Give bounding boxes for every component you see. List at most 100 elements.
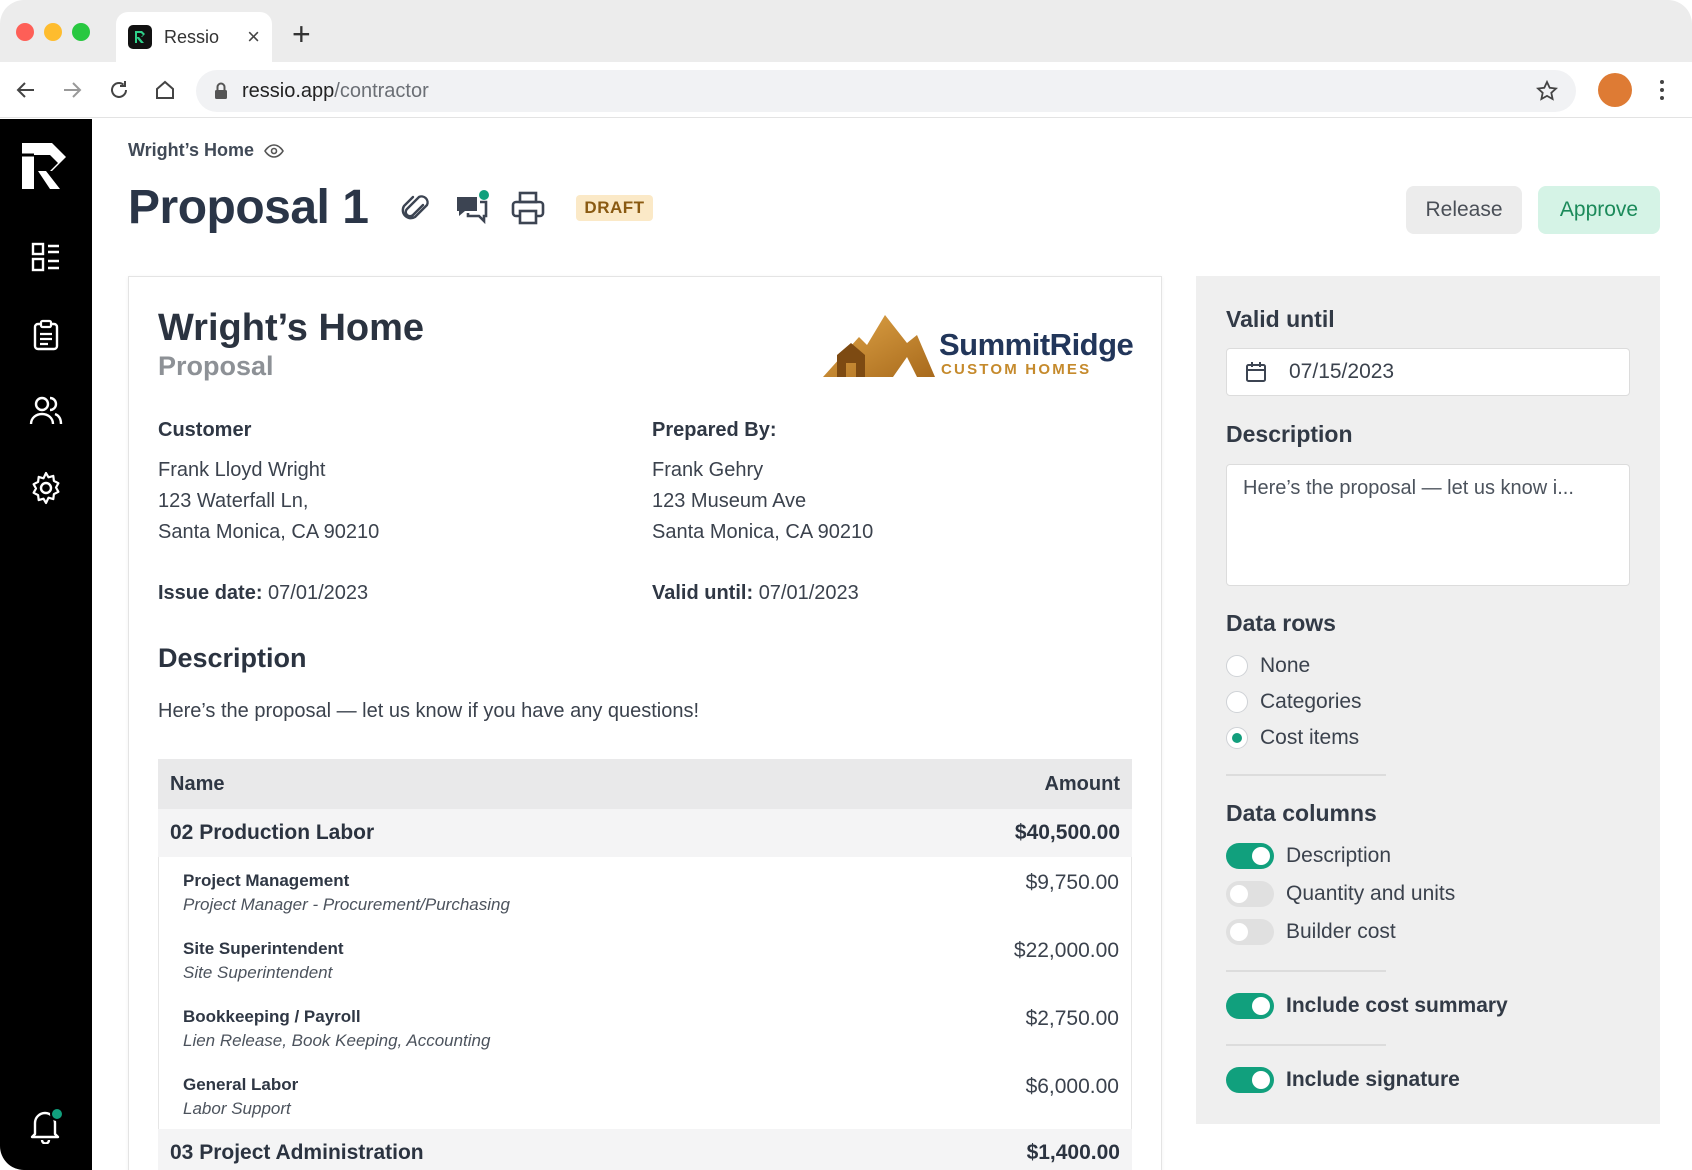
column-toggle-builder-cost[interactable]: Builder cost (1226, 919, 1396, 945)
paperclip-icon[interactable] (398, 190, 434, 226)
toggle-switch[interactable] (1226, 843, 1274, 869)
category-amount: $40,500.00 (1014, 821, 1120, 844)
item-description: Project Manager - Procurement/Purchasing (183, 895, 510, 914)
browser-tabbar: Ressio × + (0, 0, 1692, 62)
browser-tab[interactable]: Ressio × (116, 12, 272, 62)
valid-until-value: 07/01/2023 (758, 582, 859, 604)
divider (1226, 1044, 1386, 1046)
gear-icon[interactable] (26, 468, 66, 508)
col-name-header: Name (170, 772, 225, 795)
radio-button-selected[interactable] (1226, 727, 1248, 749)
col-amount-header: Amount (1044, 772, 1120, 795)
radio-label: None (1260, 654, 1311, 677)
table-header: Name Amount (158, 759, 1132, 809)
data-rows-option-none[interactable]: None (1226, 654, 1310, 678)
item-name: Site Superintendent (183, 939, 344, 958)
ressio-logo-icon[interactable] (20, 141, 70, 191)
release-button[interactable]: Release (1406, 186, 1522, 234)
table-row: General Labor Labor Support $6,000.00 (183, 1061, 1119, 1129)
data-rows-heading: Data rows (1226, 610, 1336, 636)
forward-icon[interactable] (58, 76, 86, 104)
include-signature-toggle[interactable]: Include signature (1226, 1067, 1460, 1093)
category-row: 02 Production Labor $40,500.00 (158, 809, 1132, 857)
tab-title: Ressio (164, 26, 220, 47)
column-toggle-quantity[interactable]: Quantity and units (1226, 881, 1455, 907)
divider (1226, 970, 1386, 972)
toggle-label: Description (1286, 844, 1392, 867)
toggle-switch[interactable] (1226, 881, 1274, 907)
customer-city: Santa Monica, CA 90210 (158, 521, 380, 543)
toggle-switch[interactable] (1226, 993, 1274, 1019)
category-row: 03 Project Administration $1,400.00 (158, 1129, 1132, 1170)
toggle-switch[interactable] (1226, 919, 1274, 945)
home-icon[interactable] (151, 76, 179, 104)
window-controls (16, 23, 90, 41)
issue-date: Issue date: 07/01/2023 (158, 582, 368, 605)
approve-button[interactable]: Approve (1538, 186, 1660, 234)
toggle-switch[interactable] (1226, 1067, 1274, 1093)
cost-table: Name Amount 02 Production Labor $40,500.… (158, 759, 1132, 1170)
status-badge: DRAFT (576, 194, 653, 221)
title-actions (398, 189, 546, 226)
customer-heading: Customer (158, 419, 252, 441)
table-row: Project Management Project Manager - Pro… (183, 857, 1119, 925)
profile-avatar[interactable] (1598, 73, 1632, 107)
reload-icon[interactable] (105, 76, 133, 104)
valid-until-label: Valid until: (652, 582, 754, 604)
dashboard-icon[interactable] (26, 237, 66, 277)
item-amount: $9,750.00 (1025, 871, 1119, 894)
title-row: Proposal 1 DRAFT (128, 180, 653, 235)
description-textarea[interactable]: Here’s the proposal — let us know i... (1226, 464, 1630, 586)
column-toggle-description[interactable]: Description (1226, 843, 1391, 869)
issue-date-label: Issue date: (158, 582, 263, 604)
customer-address: Frank Lloyd Wright 123 Waterfall Ln, San… (158, 455, 379, 548)
bell-icon[interactable] (26, 1105, 66, 1145)
data-rows-option-cost-items[interactable]: Cost items (1226, 726, 1359, 750)
radio-button[interactable] (1226, 691, 1248, 713)
eye-icon[interactable] (264, 143, 284, 158)
logo-name: SummitRidge (939, 327, 1134, 362)
clipboard-icon[interactable] (26, 315, 66, 355)
valid-until-date-field[interactable]: 07/15/2023 (1226, 348, 1630, 396)
app-sidebar (0, 119, 92, 1170)
valid-until: Valid until: 07/01/2023 (652, 582, 859, 605)
data-rows-option-categories[interactable]: Categories (1226, 690, 1362, 714)
radio-label: Categories (1260, 690, 1362, 713)
item-amount: $22,000.00 (1013, 939, 1119, 962)
address-bar[interactable]: ressio.app/contractor (196, 70, 1576, 112)
proposal-document: Wright’s Home Proposal SummitRidge CUSTO… (128, 276, 1162, 1170)
users-icon[interactable] (26, 391, 66, 431)
print-icon[interactable] (510, 190, 546, 226)
item-amount: $6,000.00 (1025, 1075, 1119, 1098)
chat-icon[interactable] (454, 189, 490, 226)
radio-button[interactable] (1226, 655, 1248, 677)
new-tab-icon[interactable]: + (292, 18, 311, 50)
browser-toolbar: ressio.app/contractor (0, 62, 1692, 118)
bookmark-star-icon[interactable] (1536, 80, 1558, 102)
back-icon[interactable] (12, 76, 40, 104)
category-name: 02 Production Labor (170, 821, 375, 844)
data-columns-heading: Data columns (1226, 800, 1377, 826)
ressio-favicon-icon (128, 25, 152, 49)
item-name: Project Management (183, 871, 350, 890)
page-title: Proposal 1 (128, 181, 369, 234)
prepared-by-heading: Prepared By: (652, 419, 777, 441)
tab-close-icon[interactable]: × (247, 26, 260, 48)
breadcrumb-project[interactable]: Wright’s Home (128, 140, 254, 161)
toggle-label: Include signature (1286, 1068, 1460, 1091)
maximize-window-button[interactable] (72, 23, 90, 41)
category-amount: $1,400.00 (1026, 1141, 1120, 1164)
minimize-window-button[interactable] (44, 23, 62, 41)
item-description: Lien Release, Book Keeping, Accounting (183, 1031, 491, 1050)
radio-label: Cost items (1260, 726, 1360, 749)
calendar-icon (1246, 362, 1266, 382)
category-name: 03 Project Administration (170, 1141, 424, 1164)
item-description: Labor Support (183, 1099, 291, 1118)
close-window-button[interactable] (16, 23, 34, 41)
item-name: General Labor (183, 1075, 299, 1094)
customer-street: 123 Waterfall Ln, (158, 490, 309, 512)
include-cost-summary-toggle[interactable]: Include cost summary (1226, 993, 1508, 1019)
company-logo: SummitRidge CUSTOM HOMES (823, 311, 1135, 381)
item-description: Site Superintendent (183, 963, 333, 982)
browser-menu-icon[interactable] (1656, 74, 1668, 106)
